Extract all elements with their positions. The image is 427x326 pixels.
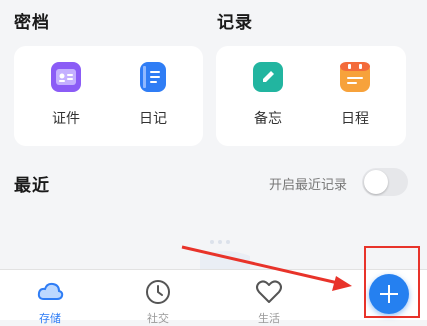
vault-item-label: 日记	[139, 111, 167, 127]
vault-item-diary[interactable]: 日记	[113, 46, 193, 146]
clock-icon	[144, 278, 172, 306]
tab-storage[interactable]: 存储	[10, 270, 90, 325]
recent-section-title: 最近	[14, 176, 50, 196]
cloud-icon	[36, 278, 64, 306]
empty-state-illustration	[180, 232, 270, 270]
vault-card: 证件 日记	[14, 46, 203, 146]
records-section-title: 记录	[217, 13, 253, 33]
id-card-icon	[51, 62, 81, 92]
calendar-icon	[340, 62, 370, 92]
tab-social[interactable]: 社交	[118, 270, 198, 325]
annotation-highlight-box	[364, 246, 420, 318]
records-item-memo[interactable]: 备忘	[228, 46, 308, 146]
tab-label: 存储	[39, 312, 61, 325]
records-item-schedule[interactable]: 日程	[315, 46, 395, 146]
bottom-tab-bar: 存储 社交 生活	[0, 269, 427, 325]
records-item-label: 备忘	[254, 111, 282, 127]
memo-pencil-icon	[253, 62, 283, 92]
records-item-label: 日程	[341, 111, 369, 127]
vault-item-id-card[interactable]: 证件	[26, 46, 106, 146]
tab-label: 生活	[258, 312, 280, 325]
recent-toggle-label: 开启最近记录	[268, 178, 347, 193]
records-card: 备忘 日程	[216, 46, 406, 146]
tab-life[interactable]: 生活	[229, 270, 309, 325]
recent-records-toggle[interactable]	[362, 168, 408, 196]
vault-item-label: 证件	[52, 111, 80, 127]
vault-section-title: 密档	[14, 13, 50, 33]
heart-icon	[255, 278, 283, 306]
toggle-knob	[364, 170, 388, 194]
tab-label: 社交	[147, 312, 169, 325]
diary-icon	[140, 62, 166, 92]
